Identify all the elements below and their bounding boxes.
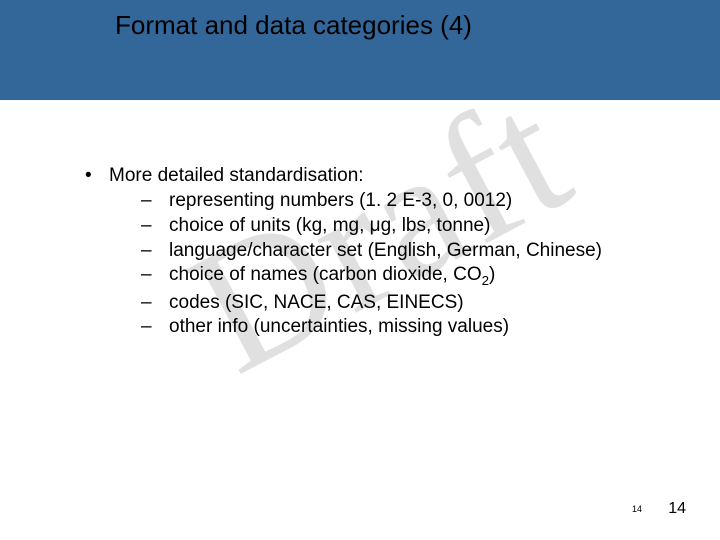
- list-item: – choice of units (kg, mg, μg, lbs, tonn…: [141, 214, 675, 238]
- slide: Format and data categories (4) Draft • M…: [0, 0, 720, 540]
- dash-icon: –: [141, 291, 169, 315]
- dash-icon: –: [141, 189, 169, 213]
- list-item: – codes (SIC, NACE, CAS, EINECS): [141, 291, 675, 315]
- list-item-text: language/character set (English, German,…: [169, 239, 602, 263]
- list-item-text: choice of units (kg, mg, μg, lbs, tonne): [169, 214, 490, 238]
- dash-icon: –: [141, 214, 169, 238]
- list-item: – other info (uncertainties, missing val…: [141, 315, 675, 339]
- list-item-text: other info (uncertainties, missing value…: [169, 315, 509, 339]
- slide-title: Format and data categories (4): [115, 10, 472, 41]
- main-bullet-text: More detailed standardisation:: [109, 165, 364, 187]
- list-item: – language/character set (English, Germa…: [141, 239, 675, 263]
- list-item-text: representing numbers (1. 2 E-3, 0, 0012): [169, 189, 512, 213]
- main-bullet: • More detailed standardisation:: [85, 165, 675, 187]
- dash-icon: –: [141, 239, 169, 263]
- bullet-icon: •: [85, 165, 109, 187]
- dash-icon: –: [141, 315, 169, 339]
- list-item-text: choice of names (carbon dioxide, CO2): [169, 263, 495, 289]
- list-item-text: codes (SIC, NACE, CAS, EINECS): [169, 291, 464, 315]
- list-item: – choice of names (carbon dioxide, CO2): [141, 263, 675, 289]
- page-number-large: 14: [668, 500, 686, 518]
- page-number-small: 14: [632, 504, 642, 514]
- dash-icon: –: [141, 263, 169, 287]
- sub-list: – representing numbers (1. 2 E-3, 0, 001…: [141, 189, 675, 339]
- list-item: – representing numbers (1. 2 E-3, 0, 001…: [141, 189, 675, 213]
- content-area: • More detailed standardisation: – repre…: [85, 165, 675, 340]
